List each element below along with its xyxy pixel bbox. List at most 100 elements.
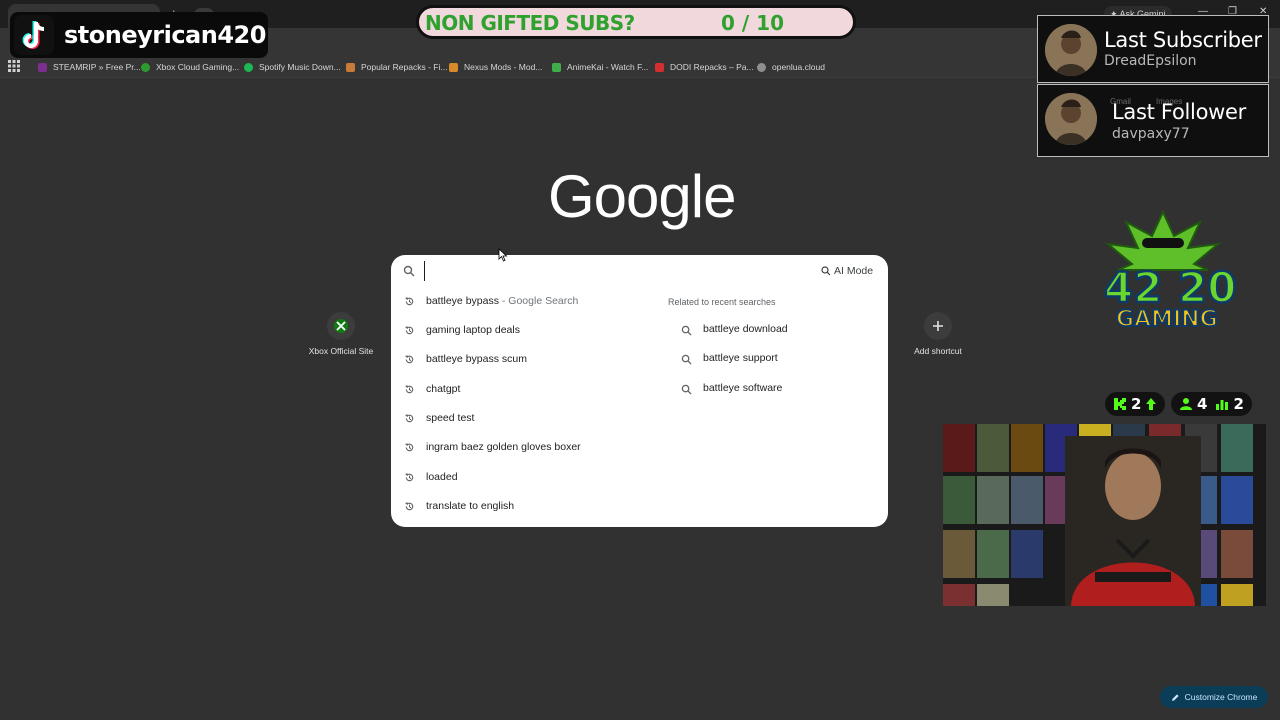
bookmark-favicon (449, 62, 458, 72)
last-follower-card: Gmail Images Last Follower davpaxy77 (1037, 84, 1269, 157)
apps-grid-icon[interactable] (8, 60, 20, 72)
search-icon (403, 265, 415, 277)
history-icon (405, 473, 414, 482)
subs-goal-count: 0 / 10 (721, 11, 784, 35)
game-cover (977, 424, 1009, 472)
bookmark-steamrip[interactable]: STEAMRIP » Free Pr... (38, 60, 141, 74)
bookmark-label: AnimeKai - Watch F... (567, 62, 649, 72)
game-cover (1221, 530, 1253, 578)
game-cover (1221, 424, 1253, 472)
followers-stat-pill: 4 2 (1171, 392, 1252, 416)
game-cover (943, 476, 975, 524)
history-suggestion[interactable]: ingram baez golden gloves boxer (391, 433, 661, 461)
last-subscriber-title: Last Subscriber (1104, 28, 1262, 52)
bookmark-favicon (38, 62, 47, 72)
last-follower-title: Last Follower (1112, 100, 1246, 124)
last-subscriber-name: DreadEpsilon (1104, 53, 1197, 69)
related-suggestion[interactable]: battleye software (671, 375, 871, 403)
game-cover (977, 584, 1009, 606)
ai-mode-button[interactable]: AI Mode (817, 263, 877, 279)
bookmark-favicon (655, 62, 664, 72)
bookmark-spotify[interactable]: Spotify Music Down... (244, 60, 341, 74)
history-icon (405, 443, 414, 452)
game-cover (1221, 476, 1253, 524)
game-cover (1011, 476, 1043, 524)
ai-mode-label: AI Mode (834, 265, 874, 277)
shortcut-label: Xbox Official Site (308, 346, 374, 356)
game-cover (943, 530, 975, 578)
suggestion-suffix: - Google Search (498, 295, 579, 307)
plus-icon (924, 312, 952, 340)
bookmark-label: STEAMRIP » Free Pr... (53, 62, 141, 72)
history-suggestion[interactable]: gaming laptop deals (391, 316, 661, 344)
viewers-stat-value: 2 (1233, 395, 1244, 413)
tiktok-name-badge: stoneyrican420 (10, 12, 268, 58)
tiktok-icon (14, 15, 54, 55)
game-cover (1221, 584, 1253, 606)
related-text: battleye download (703, 323, 788, 335)
history-suggestion[interactable]: battleye bypass scum (391, 345, 661, 373)
bookmark-favicon (346, 62, 355, 72)
bookmark-favicon (552, 62, 561, 72)
last-subscriber-card: Last Subscriber DreadEpsilon (1037, 15, 1269, 83)
xbox-icon (327, 312, 355, 340)
history-icon (405, 385, 414, 394)
bookmark-favicon (141, 62, 150, 72)
bar-chart-icon (1216, 400, 1229, 410)
suggestion-text: battleye bypass (426, 295, 499, 307)
search-icon (681, 384, 692, 395)
related-heading: Related to recent searches (668, 297, 776, 307)
bookmark-popular-repacks[interactable]: Popular Repacks - Fi... (346, 60, 447, 74)
game-cover (943, 584, 975, 606)
history-suggestion[interactable]: loaded (391, 463, 661, 491)
mouse-cursor-icon (498, 248, 508, 262)
bookmark-openlua[interactable]: openlua.cloud (757, 60, 825, 74)
shortcut-label: Add shortcut (914, 346, 962, 356)
history-suggestion[interactable]: speed test (391, 404, 661, 432)
search-icon (681, 354, 692, 365)
bookmark-label: Xbox Cloud Gaming... (156, 62, 240, 72)
related-text: battleye support (703, 352, 778, 364)
history-suggestion[interactable]: chatgpt (391, 375, 661, 403)
followers-stat-value: 4 (1197, 395, 1208, 413)
history-suggestion[interactable]: battleye bypass - Google Search (391, 287, 661, 315)
bookmark-xbox-cloud[interactable]: Xbox Cloud Gaming... (141, 60, 239, 74)
history-suggestion[interactable]: translate to english (391, 492, 661, 520)
suggestion-text: loaded (426, 471, 458, 483)
related-suggestion[interactable]: battleye download (671, 316, 871, 344)
game-cover (1011, 424, 1043, 472)
related-suggestion[interactable]: battleye support (671, 345, 871, 373)
bookmark-favicon (757, 62, 766, 72)
bookmark-animekai[interactable]: AnimeKai - Watch F... (552, 60, 648, 74)
suggestion-text: battleye bypass scum (426, 353, 527, 365)
search-box: AI Mode (391, 255, 888, 287)
search-suggestions-panel: AI Mode battleye bypass - Google Search … (391, 255, 888, 527)
game-cover (943, 424, 975, 472)
ai-search-icon (821, 266, 831, 276)
streamer-name: stoneyrican420 (64, 21, 266, 49)
customize-chrome-button[interactable]: Customize Chrome (1160, 686, 1268, 708)
history-icon (405, 355, 414, 364)
last-follower-name: davpaxy77 (1112, 126, 1190, 142)
search-input[interactable] (424, 261, 804, 281)
history-icon (405, 326, 414, 335)
bookmark-label: openlua.cloud (772, 62, 825, 72)
suggestion-text: ingram baez golden gloves boxer (426, 441, 581, 453)
bookmark-label: Spotify Music Down... (259, 62, 341, 72)
pencil-icon (1171, 693, 1179, 701)
kick-icon (1114, 398, 1126, 410)
screen: ✕ + ✦ Ask Gemini — ❐ ✕ STEAMRIP » Free P… (0, 0, 1280, 720)
history-icon (405, 297, 414, 306)
google-logo: Google (548, 163, 736, 230)
logo-text-20: 20 (1178, 263, 1236, 312)
game-cover (977, 530, 1009, 578)
bookmark-nexus-mods[interactable]: Nexus Mods - Mod... (449, 60, 542, 74)
shortcut-add[interactable]: Add shortcut (898, 312, 978, 356)
shortcut-xbox[interactable]: Xbox Official Site (301, 312, 381, 356)
gaming-channel-logo: 42 20 GAMING (1103, 209, 1238, 332)
bookmark-dodi-repacks[interactable]: DODI Repacks – Pa... (655, 60, 754, 74)
history-icon (405, 502, 414, 511)
kick-stat-value: 2 (1131, 395, 1142, 413)
arrow-up-icon (1146, 398, 1157, 410)
bookmark-label: DODI Repacks – Pa... (670, 62, 754, 72)
